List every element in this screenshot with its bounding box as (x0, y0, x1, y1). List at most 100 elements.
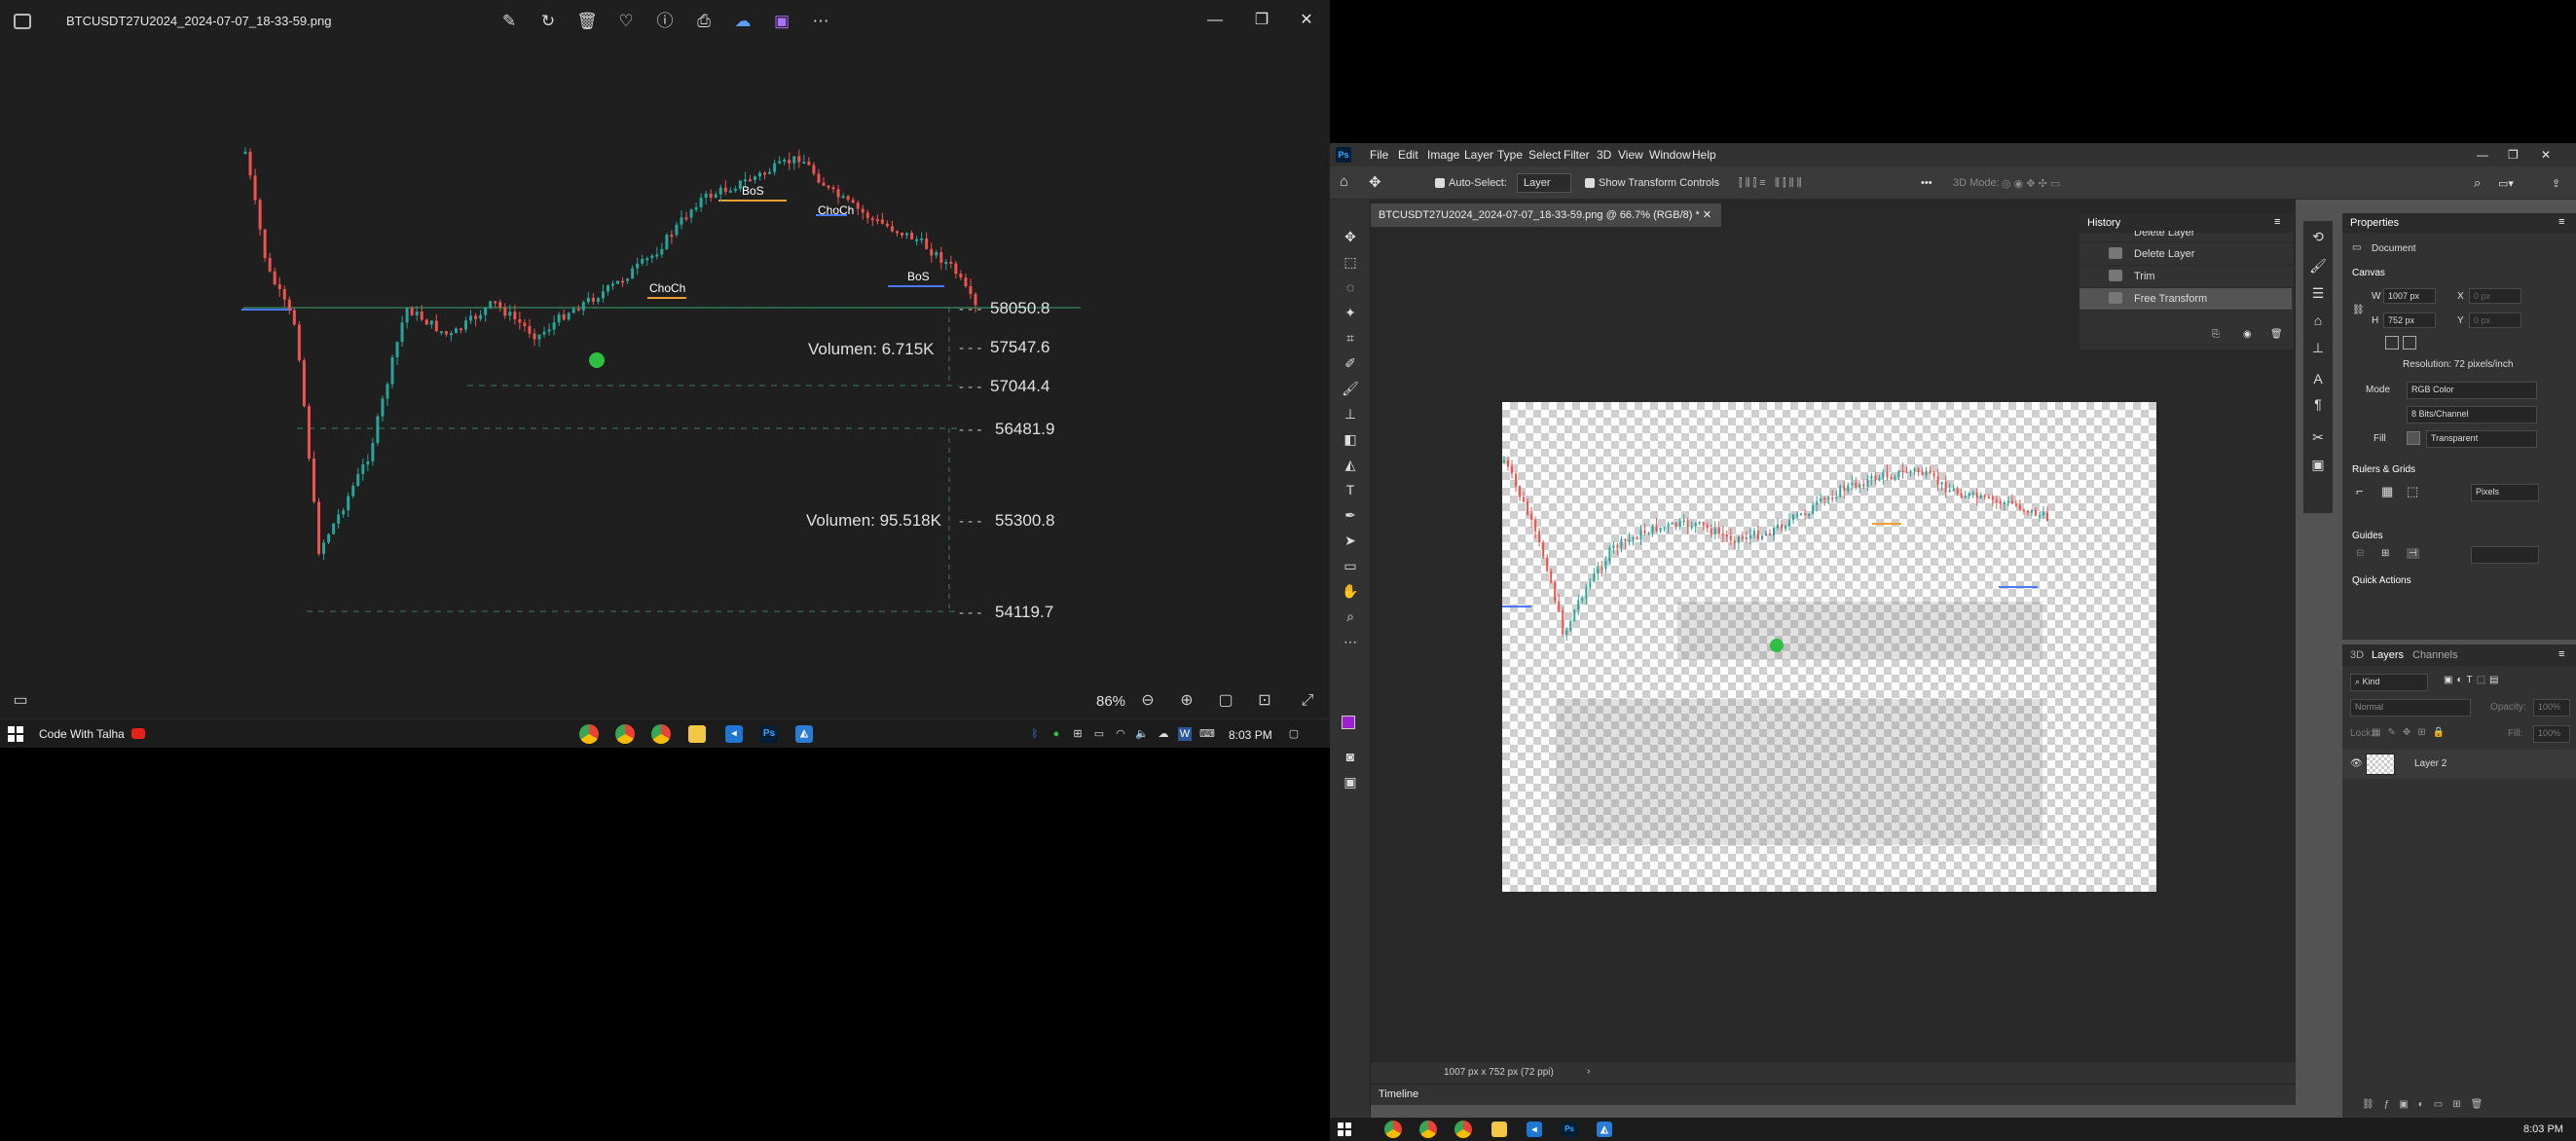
fill-dropdown[interactable]: Transparent (2426, 430, 2537, 448)
hand-tool-icon[interactable]: ✋ (1341, 581, 1360, 601)
marquee-tool-icon[interactable]: ⬚ (1341, 252, 1360, 272)
more-options-icon[interactable]: ••• (1921, 177, 1932, 189)
chrome-icon[interactable] (1384, 1121, 1402, 1138)
visibility-eye-icon[interactable]: 👁 (2350, 758, 2363, 769)
properties-panel-title[interactable]: Properties (2350, 217, 2399, 229)
quick-mask-icon[interactable]: ◙ (1341, 747, 1360, 766)
zoom-out-icon[interactable]: ⊖ (1137, 690, 1159, 712)
home-icon[interactable]: ⌂ (1340, 173, 1348, 190)
snapshot-icon[interactable]: ◉ (2243, 329, 2252, 340)
layer-fill-field[interactable]: 100% (2533, 725, 2570, 743)
rotate-icon[interactable]: ↻ (537, 11, 559, 32)
search-icon[interactable]: ⌕ (2474, 175, 2481, 191)
canvas-section-title[interactable]: Canvas (2352, 268, 2385, 278)
menu-select[interactable]: Select (1528, 148, 1561, 162)
photoshop-icon[interactable]: Ps (760, 725, 778, 743)
menu-layer[interactable]: Layer (1464, 148, 1493, 162)
word-icon[interactable]: W (1178, 727, 1192, 741)
layer-actions-icons[interactable]: ⛓ƒ▣◐▭⊞🗑 (2362, 1099, 2492, 1110)
history-item[interactable]: Delete Layer (2079, 243, 2292, 266)
guide-layout-icon[interactable]: ⊞ (2381, 548, 2389, 559)
rectangle-tool-icon[interactable]: ▭ (1341, 556, 1360, 575)
menu-file[interactable]: File (1370, 148, 1388, 162)
pixel-grid-icon[interactable]: ⬚ (2407, 484, 2418, 499)
link-dimensions-icon[interactable]: ⛓ (2352, 305, 2365, 315)
start-button[interactable] (1338, 1123, 1351, 1136)
chrome-icon[interactable] (1454, 1121, 1472, 1138)
share-icon[interactable]: ⇪ (2552, 177, 2560, 190)
menu-image[interactable]: Image (1427, 148, 1459, 162)
notifications-icon[interactable]: ▢ (1287, 727, 1301, 741)
fit-screen-icon[interactable]: ▢ (1215, 690, 1236, 712)
paragraph-panel-icon[interactable]: ¶ (2308, 394, 2328, 414)
menu-edit[interactable]: Edit (1398, 148, 1418, 162)
file-explorer-icon[interactable] (1491, 1122, 1507, 1137)
libraries-icon[interactable]: ⌂ (2308, 311, 2328, 330)
video-editor-icon[interactable]: ▣ (771, 11, 792, 32)
ps-close-button[interactable]: ✕ (2541, 148, 2551, 162)
zoom-tool-icon[interactable]: ⌕ (1341, 607, 1360, 626)
document-tab[interactable]: BTCUSDT27U2024_2024-07-07_18-33-59.png @… (1371, 203, 1721, 227)
new-document-from-state-icon[interactable]: ⎘ (2212, 329, 2220, 340)
workspace-icon[interactable]: ▭▾ (2498, 177, 2514, 190)
delete-icon[interactable]: 🗑 (576, 11, 598, 32)
wifi-icon[interactable]: ◠ (1114, 727, 1127, 741)
lock-icons[interactable]: ▦✎✥⊞🔒 (2372, 727, 2451, 738)
bit-depth-dropdown[interactable]: 8 Bits/Channel (2407, 406, 2537, 423)
portrait-orientation-icon[interactable] (2385, 336, 2399, 350)
landscape-orientation-icon[interactable] (2403, 336, 2416, 350)
screen-mode-icon[interactable]: ▣ (1341, 772, 1360, 791)
vscode-icon[interactable]: ◂ (725, 725, 743, 743)
history-item[interactable]: Delete Layer (2079, 231, 2292, 242)
layer-row[interactable]: 👁 Layer 2 (2342, 750, 2576, 779)
chrome-icon[interactable] (579, 724, 599, 744)
smart-guides-icon[interactable]: ⊣ (2407, 548, 2419, 559)
menu-filter[interactable]: Filter (1564, 148, 1590, 162)
rulers-grids-section-title[interactable]: Rulers & Grids (2352, 464, 2415, 475)
panel-menu-icon[interactable]: ≡ (2558, 216, 2564, 228)
photos-icon[interactable]: ◭ (1597, 1122, 1612, 1137)
character-panel-icon[interactable]: A (2308, 369, 2328, 388)
minimize-button[interactable]: — (1196, 6, 1234, 35)
path-selection-icon[interactable]: ➤ (1341, 531, 1360, 550)
opacity-field[interactable]: 100% (2533, 699, 2570, 717)
favorite-icon[interactable]: ♡ (615, 11, 637, 32)
y-field[interactable]: 0 px (2469, 313, 2521, 328)
panel-menu-icon[interactable]: ≡ (2558, 648, 2564, 660)
clone-source-icon[interactable]: ⊥ (2308, 338, 2328, 357)
start-button[interactable] (8, 726, 23, 742)
cloud-icon[interactable]: ☁ (732, 11, 754, 32)
pen-tool-icon[interactable]: ✒ (1341, 505, 1360, 525)
menu-type[interactable]: Type (1497, 148, 1523, 162)
chrome-icon[interactable] (651, 724, 671, 744)
units-dropdown[interactable]: Pixels (2471, 484, 2539, 501)
x-field[interactable]: 0 px (2469, 288, 2521, 304)
battery-icon[interactable]: ▭ (1092, 727, 1106, 741)
align-icons[interactable]: ⫿ ⫼ ⫿ ≡ ⫼ ⫿ ⫼ ⫼ (1739, 177, 1802, 190)
3d-mode-icons[interactable]: ◎ ◉ ✥ ✣ ▭ (2002, 177, 2060, 190)
status-menu-arrow-icon[interactable]: › (1587, 1066, 1590, 1077)
grid-icon[interactable]: ▦ (2381, 484, 2393, 499)
guide-icon[interactable]: ⊟ (2356, 548, 2364, 559)
print-icon[interactable]: ⎙ (693, 11, 715, 32)
type-tool-icon[interactable]: T (1341, 480, 1360, 499)
move-tool-icon[interactable]: ✥ (1341, 227, 1360, 246)
auto-select-target-dropdown[interactable]: Layer (1517, 173, 1571, 193)
filmstrip-icon[interactable]: ▭ (10, 690, 31, 712)
vscode-icon[interactable]: ◂ (1527, 1122, 1542, 1137)
move-tool-icon[interactable]: ✥ (1369, 173, 1381, 191)
guide-color-dropdown[interactable] (2471, 546, 2539, 564)
close-button[interactable]: ✕ (1287, 6, 1326, 35)
blend-mode-dropdown[interactable]: Normal (2350, 699, 2471, 717)
edit-toolbar-icon[interactable]: ⋯ (1341, 632, 1360, 651)
tab-layers[interactable]: Layers (2372, 649, 2404, 661)
eyedropper-icon[interactable]: ✐ (1341, 353, 1360, 373)
height-field[interactable]: 752 px (2383, 313, 2436, 328)
history-panel-icon[interactable]: ⟲ (2308, 227, 2328, 246)
ps-minimize-button[interactable]: — (2477, 148, 2488, 162)
brush-tool-icon[interactable]: 🖌 (1341, 379, 1360, 398)
brush-panel-icon[interactable]: 🖌 (2308, 256, 2328, 276)
guides-section-title[interactable]: Guides (2352, 531, 2383, 541)
zoom-in-icon[interactable]: ⊕ (1176, 690, 1197, 712)
adjustments-icon[interactable]: ☰ (2308, 283, 2328, 303)
